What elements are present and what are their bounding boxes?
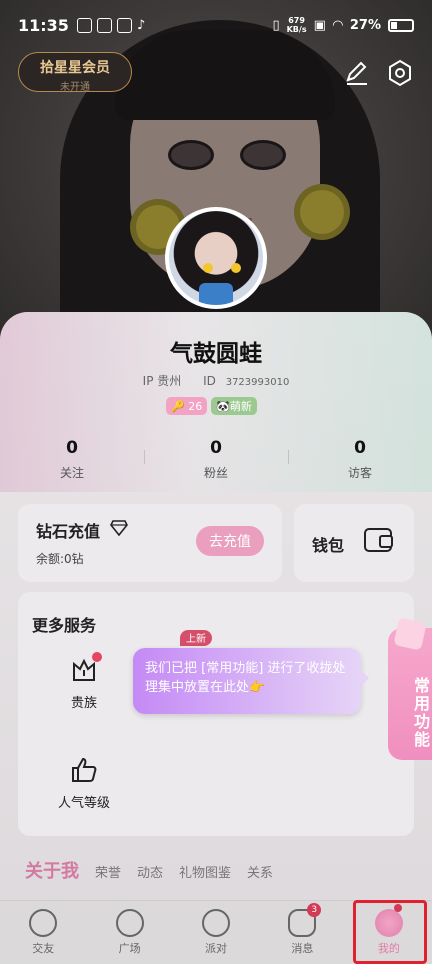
tab-label: 消息 [291, 942, 314, 955]
level-tag[interactable]: 🔑 26 [166, 397, 208, 415]
common-features-tab[interactable]: 常用功能 [388, 617, 432, 760]
stat-label: 访客 [347, 466, 372, 480]
tab-moments[interactable]: 动态 [137, 862, 163, 881]
member-badge[interactable]: 拾星星会员 未开通 [18, 52, 132, 93]
member-title: 拾星星会员 [40, 60, 110, 76]
diamond-title: 钻石充值 [36, 522, 101, 541]
cube-icon [393, 617, 427, 651]
tab-label: 交友 [32, 942, 55, 955]
message-badge: 3 [307, 903, 322, 917]
edit-icon[interactable] [342, 58, 372, 88]
stat-following[interactable]: 0 关注 [0, 438, 144, 481]
recharge-button[interactable]: 去充值 [196, 526, 264, 556]
service-noble[interactable]: 贵族 [44, 652, 124, 711]
compass-icon [115, 909, 144, 937]
member-status: 未开通 [60, 82, 90, 93]
net-speed: 679 KB/s [286, 16, 307, 34]
tiktok-icon: ♪ [136, 17, 146, 33]
tab-gift-collection[interactable]: 礼物图鉴 [179, 862, 231, 881]
stat-value: 0 [210, 438, 222, 458]
play-notification-icon [96, 17, 112, 33]
battery-icon [388, 18, 414, 32]
friends-icon [29, 909, 58, 937]
side-tab-label: 常用功能 [411, 677, 430, 749]
avatar[interactable] [165, 207, 267, 309]
tab-relations[interactable]: 关系 [247, 862, 273, 881]
services-title: 更多服务 [32, 616, 97, 635]
thumbs-up-icon [72, 757, 97, 782]
status-time: 11:35 [18, 15, 69, 35]
id-label: ID [203, 374, 216, 388]
diamond-recharge-card[interactable]: 钻石充值 余额:0钻 去充值 [18, 504, 282, 582]
profile-sheet: 气鼓圆蛙 IP 贵州 ID 3723993010 🔑 26 🐼 萌新 0 关注 0… [0, 312, 432, 902]
service-popularity-level[interactable]: 人气等级 [44, 756, 124, 811]
profile-meta: IP 贵州 ID 3723993010 [0, 372, 432, 389]
tab-messages[interactable]: 3 消息 [259, 901, 345, 964]
notification-dot [92, 652, 102, 662]
highlight-box [353, 900, 427, 964]
new-badge: 上新 [180, 630, 212, 646]
service-label: 贵族 [70, 696, 97, 711]
battery-percent: 27% [349, 17, 381, 33]
wallet-icon [364, 528, 393, 552]
diamond-balance: 余额:0钻 [36, 552, 84, 566]
newbie-tag[interactable]: 🐼 萌新 [211, 397, 257, 415]
tab-label: 派对 [205, 942, 228, 955]
more-services-card: 更多服务 上新 贵族 人气等级 [18, 592, 414, 836]
stat-visitors[interactable]: 0 访客 [288, 438, 432, 481]
sim-icon: ▣ [313, 17, 326, 33]
mail-notification-icon [116, 17, 132, 33]
profile-tags: 🔑 26 🐼 萌新 [166, 397, 257, 415]
id-value[interactable]: 3723993010 [226, 377, 290, 388]
tab-party[interactable]: 派对 [173, 901, 259, 964]
stats-row: 0 关注 0 粉丝 0 访客 [0, 438, 432, 481]
wallet-card[interactable]: 钱包 [294, 504, 414, 582]
stat-followers[interactable]: 0 粉丝 [144, 438, 288, 481]
ip-location: IP 贵州 [142, 374, 182, 388]
app-notification-icon [76, 17, 92, 33]
diamond-icon [110, 520, 128, 536]
service-label: 人气等级 [57, 796, 110, 811]
stat-label: 关注 [59, 466, 84, 480]
vibrate-icon: ▯ [272, 17, 280, 33]
tab-label: 广场 [118, 942, 141, 955]
feature-tooltip[interactable]: 我们已把 [常用功能] 进行了收拢处理集中放置在此处👉 [133, 648, 369, 714]
profile-name: 气鼓圆蛙 [170, 341, 262, 367]
wifi-icon: ◠ [332, 17, 343, 33]
settings-icon[interactable] [385, 58, 415, 88]
tab-plaza[interactable]: 广场 [86, 901, 172, 964]
tab-about-me[interactable]: 关于我 [25, 857, 79, 883]
about-tabs: 关于我 荣誉 动态 礼物图鉴 关系 [25, 857, 273, 883]
music-note-icon [202, 909, 231, 937]
stat-label: 粉丝 [203, 466, 228, 480]
tab-friends[interactable]: 交友 [0, 901, 86, 964]
status-bar: 11:35 ♪ ▯ 679 KB/s ▣ ◠ 27% [0, 0, 432, 50]
stat-value: 0 [354, 438, 366, 458]
tab-honor[interactable]: 荣誉 [95, 862, 121, 881]
stat-value: 0 [66, 438, 78, 458]
wallet-title: 钱包 [312, 536, 345, 555]
